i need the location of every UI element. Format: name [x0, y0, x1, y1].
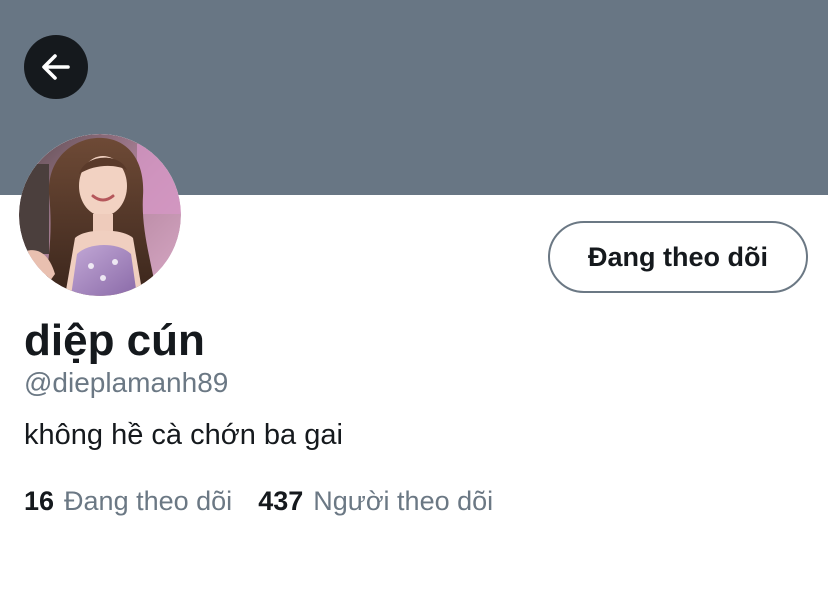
profile-bio: không hề cà chớn ba gai	[24, 419, 343, 451]
following-count: 16	[24, 486, 55, 516]
display-name: diệp cún	[24, 316, 205, 365]
username-handle: @dieplamanh89	[24, 367, 229, 398]
back-button[interactable]	[24, 35, 88, 99]
arrow-left-icon	[38, 49, 74, 85]
followers-label: Người theo dõi	[313, 486, 494, 516]
following-stat[interactable]: 16 Đang theo dõi	[24, 486, 232, 517]
follow-stats: 16 Đang theo dõi 437 Người theo dõi	[24, 486, 493, 517]
followers-count: 437	[258, 486, 304, 516]
following-button[interactable]: Đang theo dõi	[548, 221, 808, 293]
profile-page: Đang theo dõi diệp cún @dieplamanh89 khô…	[0, 0, 828, 591]
followers-stat[interactable]: 437 Người theo dõi	[258, 486, 493, 517]
following-label: Đang theo dõi	[64, 486, 233, 516]
avatar[interactable]	[19, 134, 181, 296]
